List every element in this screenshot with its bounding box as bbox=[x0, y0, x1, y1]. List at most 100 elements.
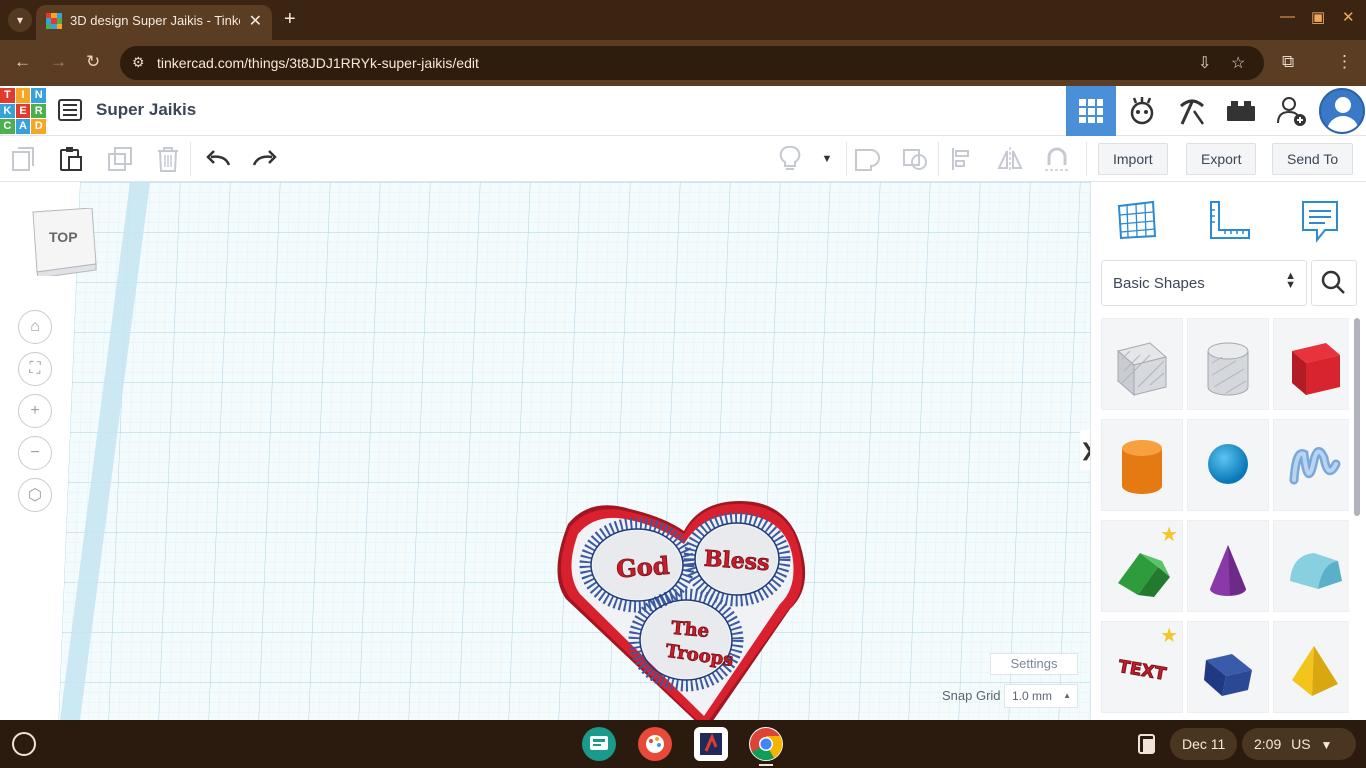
shape-box-hole[interactable] bbox=[1101, 318, 1183, 410]
site-settings-icon[interactable]: ⚙ bbox=[132, 54, 145, 71]
url-text[interactable]: tinkercad.com/things/3t8JDJ1RRYk-super-j… bbox=[157, 55, 479, 71]
shape-roof[interactable]: ★ bbox=[1101, 520, 1183, 612]
chrome-icon[interactable] bbox=[749, 727, 783, 766]
extensions-icon[interactable]: ⧉ bbox=[1282, 52, 1294, 72]
canvas-app-icon[interactable] bbox=[638, 727, 672, 761]
align-icon[interactable] bbox=[948, 144, 978, 174]
app-shortcut-icon[interactable] bbox=[694, 727, 728, 761]
lightbulb-dropdown-icon[interactable]: ▼ bbox=[812, 144, 842, 174]
back-arrow-icon[interactable]: ← bbox=[14, 52, 31, 72]
settings-button[interactable]: Settings bbox=[990, 653, 1078, 675]
status-tray[interactable]: 2:09 US ▼ ▮ bbox=[1242, 728, 1356, 760]
tab-close-icon[interactable]: ✕ bbox=[249, 11, 262, 31]
home-view-icon[interactable]: ⌂ bbox=[18, 310, 52, 344]
build-pickaxe-icon[interactable] bbox=[1167, 86, 1217, 136]
system-shelf: Dec 11 2:09 US ▼ ▮ bbox=[0, 720, 1366, 768]
logo-letter: T bbox=[0, 88, 15, 103]
shape-category-select[interactable]: Basic Shapes ▲ ▼ bbox=[1101, 260, 1307, 306]
notes-icon[interactable] bbox=[1297, 196, 1345, 244]
favorite-star-icon: ★ bbox=[1160, 625, 1178, 647]
ungroup-icon[interactable] bbox=[900, 144, 930, 174]
shape-cone[interactable] bbox=[1187, 520, 1269, 612]
workplane-grid-icon[interactable] bbox=[1113, 196, 1161, 244]
shape-cylinder-hole[interactable] bbox=[1187, 318, 1269, 410]
toolbar-divider bbox=[1086, 142, 1087, 176]
snap-grid-select[interactable]: 1.0 mm bbox=[1004, 684, 1078, 708]
window-minimize-button[interactable]: — bbox=[1280, 8, 1295, 25]
undo-icon[interactable] bbox=[203, 144, 233, 174]
shape-cylinder[interactable] bbox=[1101, 419, 1183, 511]
lightbulb-icon[interactable] bbox=[775, 144, 805, 174]
search-icon bbox=[1321, 270, 1345, 294]
logo-letter: A bbox=[15, 119, 31, 134]
paste-icon[interactable] bbox=[56, 144, 86, 174]
panel-collapse-button[interactable]: ❯ bbox=[1080, 430, 1090, 470]
fit-view-icon[interactable]: ⛶ bbox=[18, 352, 52, 386]
workplane-grid[interactable]: God Bless The Troops bbox=[0, 182, 1090, 720]
add-user-icon[interactable] bbox=[1267, 86, 1317, 136]
toolbar-divider bbox=[938, 142, 939, 176]
shape-pyramid[interactable] bbox=[1273, 621, 1349, 713]
bookmark-star-icon[interactable]: ☆ bbox=[1231, 53, 1245, 73]
edit-toolbar: ▼ Import Export Send To bbox=[0, 136, 1366, 182]
workplane[interactable]: God Bless The Troops TOP ⌂ ⛶ + − ⬡ Setti… bbox=[0, 182, 1090, 720]
shape-scribble[interactable] bbox=[1273, 419, 1349, 511]
browser-tab[interactable]: 3D design Super Jaikis - Tinkercad ✕ bbox=[36, 5, 272, 40]
forward-arrow-icon[interactable]: → bbox=[50, 52, 67, 72]
running-indicator bbox=[759, 764, 773, 766]
send-to-button[interactable]: Send To bbox=[1272, 143, 1354, 175]
mirror-icon[interactable] bbox=[995, 144, 1025, 174]
logo-letter: N bbox=[31, 88, 46, 103]
model-text-bless: Bless bbox=[703, 546, 770, 577]
zoom-in-icon[interactable]: + bbox=[18, 394, 52, 428]
tinkercad-favicon-icon bbox=[46, 13, 62, 29]
logo-letter: D bbox=[31, 119, 46, 134]
shape-sphere[interactable] bbox=[1187, 419, 1269, 511]
omnibox[interactable]: ⚙ tinkercad.com/things/3t8JDJ1RRYk-super… bbox=[120, 46, 1264, 80]
window-close-button[interactable]: ✕ bbox=[1342, 8, 1355, 26]
tinker-robot-icon[interactable] bbox=[1117, 86, 1167, 136]
zoom-out-icon[interactable]: − bbox=[18, 436, 52, 470]
toolbar-divider bbox=[190, 142, 191, 176]
date-pill[interactable]: Dec 11 bbox=[1170, 728, 1238, 760]
grid-view-icon[interactable] bbox=[1066, 86, 1116, 136]
shapes-panel: Basic Shapes ▲ ▼ ★ TEXT ★ bbox=[1090, 182, 1366, 720]
window-maximize-button[interactable]: ▣ bbox=[1311, 8, 1325, 26]
logo-letter: K bbox=[0, 103, 15, 119]
launcher-icon[interactable] bbox=[12, 732, 36, 756]
tab-search-chevron-icon[interactable]: ▾ bbox=[8, 8, 32, 32]
group-icon[interactable] bbox=[852, 144, 882, 174]
clock-time: 2:09 bbox=[1254, 736, 1282, 752]
avatar[interactable] bbox=[1319, 88, 1365, 134]
shape-round-roof[interactable] bbox=[1273, 520, 1349, 612]
shape-text[interactable]: TEXT ★ bbox=[1101, 621, 1183, 713]
cruise-magnet-icon[interactable] bbox=[1042, 144, 1072, 174]
reload-icon[interactable]: ↻ bbox=[86, 52, 100, 72]
shape-wedge[interactable] bbox=[1187, 621, 1269, 713]
design-title[interactable]: Super Jaikis bbox=[96, 100, 196, 120]
export-button[interactable]: Export bbox=[1186, 143, 1257, 175]
logo-letter: R bbox=[31, 103, 46, 119]
delete-icon[interactable] bbox=[153, 144, 183, 174]
import-button[interactable]: Import bbox=[1098, 143, 1168, 175]
phone-hub-icon[interactable] bbox=[1130, 727, 1164, 761]
toolbar-divider bbox=[846, 142, 847, 176]
view-cube-label[interactable]: TOP bbox=[49, 229, 78, 245]
bricks-icon[interactable] bbox=[1216, 86, 1266, 136]
duplicate-icon[interactable] bbox=[105, 144, 135, 174]
redo-icon[interactable] bbox=[250, 144, 280, 174]
shape-box[interactable] bbox=[1273, 318, 1349, 410]
browser-address-bar: ← → ↻ ⚙ tinkercad.com/things/3t8JDJ1RRYk… bbox=[0, 40, 1366, 86]
tinkercad-logo[interactable]: T I N K E R C A D bbox=[0, 88, 46, 134]
browser-menu-icon[interactable]: ⋮ bbox=[1336, 52, 1353, 72]
perspective-toggle-icon[interactable]: ⬡ bbox=[18, 478, 52, 512]
classroom-app-icon[interactable] bbox=[582, 727, 616, 761]
design-menu-icon[interactable] bbox=[58, 99, 82, 121]
shapes-scrollbar[interactable] bbox=[1354, 318, 1360, 516]
install-app-icon[interactable]: ⇩ bbox=[1198, 53, 1211, 73]
copy-icon[interactable] bbox=[9, 144, 39, 174]
ruler-icon[interactable] bbox=[1205, 196, 1253, 244]
shape-search-button[interactable] bbox=[1311, 260, 1357, 306]
new-tab-icon[interactable]: + bbox=[284, 8, 296, 30]
wifi-icon: ▼ bbox=[1320, 738, 1333, 752]
